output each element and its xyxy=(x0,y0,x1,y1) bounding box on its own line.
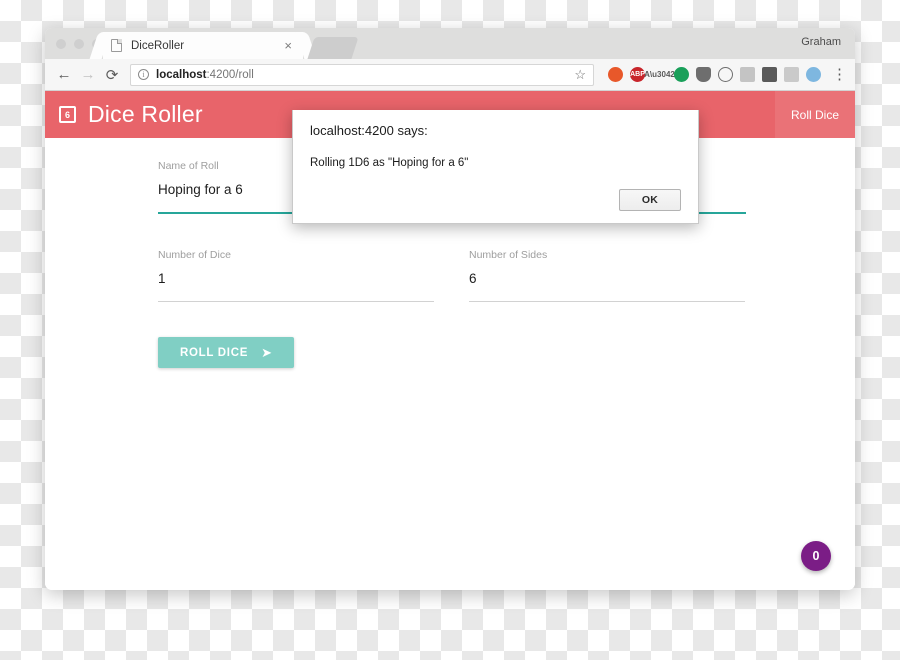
field-number-of-dice[interactable]: Number of Dice 1 xyxy=(158,249,434,302)
field-number-of-sides[interactable]: Number of Sides 6 xyxy=(469,249,745,302)
profile-name[interactable]: Graham xyxy=(801,36,841,48)
browser-tab-diceroller[interactable]: DiceRoller × xyxy=(103,32,303,59)
tab-strip: DiceRoller × Graham xyxy=(45,28,855,59)
color-wheel-extension-icon[interactable] xyxy=(608,67,623,82)
send-icon: ➤ xyxy=(261,345,272,360)
number-of-dice-input[interactable]: 1 xyxy=(158,271,434,290)
dialog-button-row: OK xyxy=(619,189,681,211)
translate-extension-icon[interactable]: A\u3042 xyxy=(644,67,675,82)
browser-window: DiceRoller × Graham ← → ⟳ i localhost:42… xyxy=(45,28,855,590)
shield-extension-icon[interactable] xyxy=(696,67,711,82)
back-icon[interactable]: ← xyxy=(53,64,75,86)
bookmark-star-icon[interactable]: ☆ xyxy=(568,67,586,83)
field-row-dice-sides: Number of Dice 1 Number of Sides 6 xyxy=(158,249,855,302)
number-of-sides-input[interactable]: 6 xyxy=(469,271,745,290)
tab-title: DiceRoller xyxy=(131,39,185,52)
javascript-alert-dialog: localhost:4200 says: Rolling 1D6 as "Hop… xyxy=(292,110,699,224)
history-extension-icon[interactable] xyxy=(718,67,733,82)
roll-count-badge[interactable]: 0 xyxy=(801,541,831,571)
dice-logo-icon: 6 xyxy=(59,106,76,123)
address-bar[interactable]: i localhost:4200/roll ☆ xyxy=(130,63,594,86)
minimize-window-button[interactable] xyxy=(74,39,84,49)
page-title: Dice Roller xyxy=(88,101,203,127)
pocket-extension-icon[interactable] xyxy=(674,67,689,82)
globe-extension-icon[interactable] xyxy=(806,67,821,82)
notes-extension-icon[interactable] xyxy=(740,67,755,82)
browser-toolbar: ← → ⟳ i localhost:4200/roll ☆ ABP A\u304… xyxy=(45,59,855,91)
forward-icon: → xyxy=(80,66,96,83)
adblock-plus-extension-icon[interactable]: ABP xyxy=(630,67,645,82)
nav-link-roll-dice[interactable]: Roll Dice xyxy=(774,91,855,138)
url-host: localhost xyxy=(156,68,207,81)
ok-button[interactable]: OK xyxy=(619,189,681,211)
site-info-icon[interactable]: i xyxy=(138,69,149,80)
field-underline xyxy=(158,301,434,302)
incognito-extension-icon[interactable] xyxy=(762,67,777,82)
reload-icon[interactable]: ⟳ xyxy=(101,64,123,86)
browser-menu-icon[interactable]: ⋮ xyxy=(828,67,847,82)
field-underline xyxy=(469,301,745,302)
roll-dice-button-label: ROLL DICE xyxy=(180,346,249,359)
close-icon[interactable]: × xyxy=(281,39,295,52)
dialog-origin-text: localhost:4200 says: xyxy=(310,123,428,138)
new-tab-button[interactable] xyxy=(307,37,359,59)
extension-toolbar: ABP A\u3042 ⋮ xyxy=(602,67,847,82)
url-text: localhost:4200/roll xyxy=(156,69,254,81)
grammar-extension-icon[interactable] xyxy=(784,67,799,82)
field-label: Number of Sides xyxy=(469,249,548,261)
dialog-message-text: Rolling 1D6 as "Hoping for a 6" xyxy=(310,157,469,169)
roll-dice-button[interactable]: ROLL DICE ➤ xyxy=(158,337,294,368)
close-window-button[interactable] xyxy=(56,39,66,49)
page-icon xyxy=(111,39,122,52)
url-path: :4200/roll xyxy=(206,68,254,81)
field-label: Number of Dice xyxy=(158,249,231,261)
